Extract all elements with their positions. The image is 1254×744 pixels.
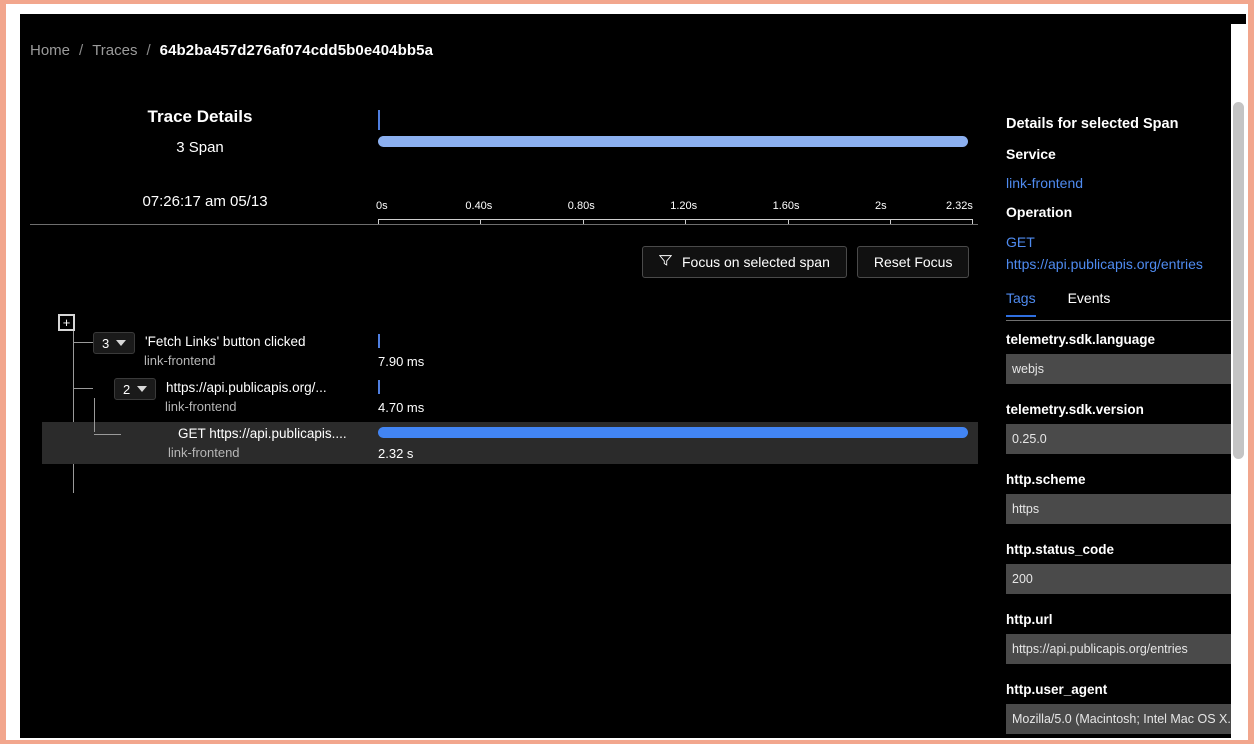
- tag-value-box: Mozilla/5.0 (Macintosh; Intel Mac OS X..…: [1006, 704, 1242, 734]
- details-panel-title: Details for selected Span: [1006, 116, 1179, 132]
- trace-timestamp: 07:26:17 am 05/13: [142, 193, 268, 210]
- tag-key: http.status_code: [1006, 542, 1115, 557]
- operation-url[interactable]: https://api.publicapis.org/entries: [1006, 256, 1203, 272]
- span-service-name: link-frontend: [165, 399, 237, 414]
- span-name[interactable]: https://api.publicapis.org/...: [166, 380, 327, 395]
- span-name[interactable]: GET https://api.publicapis....: [178, 426, 347, 441]
- trace-minimap[interactable]: [378, 106, 972, 156]
- focus-button-label: Focus on selected span: [682, 254, 830, 270]
- timeline-axis: 0s 0.40s 0.80s 1.20s 1.60s 2s 2.32s: [376, 200, 978, 226]
- tag-value-box: 200: [1006, 564, 1242, 594]
- span-collapse-badge[interactable]: 3: [93, 332, 136, 354]
- span-count-label: 3 Span: [176, 139, 224, 156]
- screenshot-frame: Home / Traces / 64b2ba457d276af074cdd5b0…: [0, 0, 1254, 744]
- minimap-start-tick: [378, 110, 380, 130]
- tag-value: Mozilla/5.0 (Macintosh; Intel Mac OS X..…: [1012, 712, 1238, 726]
- tag-value: 200: [1012, 572, 1033, 586]
- tree-connector-horizontal: [73, 342, 93, 343]
- breadcrumb-traces[interactable]: Traces: [92, 42, 137, 59]
- funnel-icon: [658, 254, 673, 270]
- axis-tick-label: 1.20s: [670, 200, 698, 212]
- details-tabs: Tags Events: [1006, 290, 1110, 317]
- span-duration-label: 2.32 s: [378, 446, 414, 461]
- span-name[interactable]: 'Fetch Links' button clicked: [145, 334, 305, 349]
- breadcrumb-home[interactable]: Home: [30, 42, 70, 59]
- span-tree: +3 'Fetch Links' button clicked link-front…: [20, 310, 978, 510]
- tag-value: https://api.publicapis.org/entries: [1012, 642, 1188, 656]
- span-duration-tick[interactable]: [378, 380, 380, 394]
- axis-tick-label: 0.40s: [465, 200, 493, 212]
- tag-value: 0.25.0: [1012, 432, 1047, 446]
- panel-scrollbar-thumb[interactable]: [1233, 102, 1244, 459]
- tag-key: http.url: [1006, 612, 1053, 627]
- reset-focus-button[interactable]: Reset Focus: [856, 246, 970, 278]
- chevron-down-icon: [137, 386, 148, 392]
- tag-key: http.user_agent: [1006, 682, 1108, 697]
- page-title: Trace Details: [147, 107, 253, 126]
- axis-tick-label: 2.32s: [946, 200, 973, 212]
- axis-tick-label: 2s: [875, 200, 887, 212]
- tree-connector-vertical: [73, 331, 74, 341]
- tree-connector-vertical: [94, 398, 95, 432]
- tag-key: telemetry.sdk.language: [1006, 332, 1156, 347]
- tab-events[interactable]: Events: [1068, 290, 1111, 317]
- axis-tick-label: 0.80s: [567, 200, 595, 212]
- chevron-down-icon: [116, 340, 127, 346]
- span-duration-label: 4.70 ms: [378, 400, 425, 415]
- tree-connector-horizontal: [73, 388, 93, 389]
- reset-button-label: Reset Focus: [873, 254, 953, 270]
- tag-key: telemetry.sdk.version: [1006, 402, 1144, 417]
- service-value[interactable]: link-frontend: [1006, 175, 1083, 191]
- operation-method[interactable]: GET: [1006, 234, 1035, 250]
- tag-value-box: https://api.publicapis.org/entries: [1006, 634, 1242, 664]
- browser-window-frame: Home / Traces / 64b2ba457d276af074cdd5b0…: [6, 4, 1248, 740]
- tag-key: http.scheme: [1006, 472, 1086, 487]
- tag-value-box: webjs: [1006, 354, 1242, 384]
- breadcrumb-trace-id: 64b2ba457d276af074cdd5b0e404bb5a: [159, 42, 434, 59]
- service-label: Service: [1006, 146, 1056, 162]
- breadcrumb-separator-2: /: [146, 42, 151, 59]
- tag-value: webjs: [1012, 362, 1044, 376]
- tag-value: https: [1012, 502, 1040, 516]
- span-duration-label: 7.90 ms: [378, 354, 425, 369]
- span-details-panel: Details for selected Span Service link-f…: [978, 14, 1246, 738]
- tree-connector-horizontal: [94, 434, 121, 435]
- axis-tick-label: 1.60s: [772, 200, 800, 212]
- span-child-count: 3: [102, 335, 110, 351]
- tag-value-box: 0.25.0: [1006, 424, 1242, 454]
- span-collapse-badge[interactable]: 2: [114, 378, 157, 400]
- tag-value-box: https: [1006, 494, 1242, 524]
- expand-all-button[interactable]: +: [58, 314, 75, 331]
- span-duration-bar[interactable]: [378, 427, 968, 438]
- span-service-name: link-frontend: [168, 445, 240, 460]
- focus-toolbar: Focus on selected span Reset Focus: [642, 246, 970, 278]
- tab-tags[interactable]: Tags: [1006, 290, 1036, 317]
- axis-line: [378, 219, 972, 220]
- operation-label: Operation: [1006, 204, 1073, 220]
- tabs-underline-rule: [1006, 320, 1238, 321]
- tree-connector-vertical: [73, 352, 74, 386]
- span-duration-tick[interactable]: [378, 334, 380, 348]
- breadcrumb: Home / Traces / 64b2ba457d276af074cdd5b0…: [30, 42, 433, 59]
- span-child-count: 2: [123, 381, 131, 397]
- span-service-name: link-frontend: [144, 353, 216, 368]
- minimap-total-bar: [378, 136, 968, 147]
- focus-on-selected-span-button[interactable]: Focus on selected span: [642, 246, 847, 278]
- tags-list: telemetry.sdk.language webjs telemetry.sdk…: [978, 332, 1246, 738]
- trace-detail-page: Home / Traces / 64b2ba457d276af074cdd5b0…: [20, 14, 1246, 738]
- axis-tick-label: 0s: [376, 200, 388, 212]
- breadcrumb-separator-1: /: [79, 42, 84, 59]
- header-divider: [30, 224, 978, 225]
